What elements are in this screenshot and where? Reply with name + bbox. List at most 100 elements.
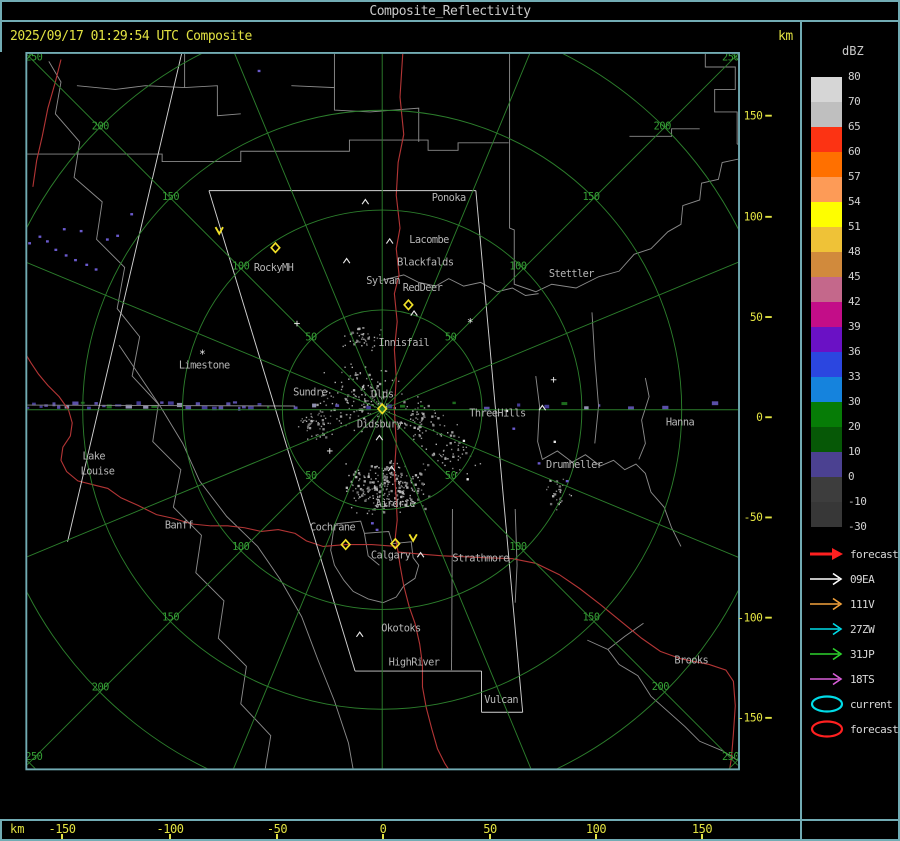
- county-boundary: [514, 509, 518, 603]
- city-label: Sundre: [293, 387, 327, 399]
- dbz-swatch-33: [811, 377, 842, 402]
- bottom-axis-bar: km -150 -100 -50 0 50 100 150: [0, 819, 900, 841]
- city-label: Vulcan: [484, 694, 518, 706]
- range-ring-label: 200: [654, 121, 671, 133]
- city-label: Lacombe: [409, 234, 449, 246]
- arrow-icon: [810, 647, 843, 661]
- radar-map-canvas[interactable]: 50 50 50 50 100 100 100 100 150 150 150 150 200 200 20…: [0, 52, 800, 819]
- city-label: Olds: [371, 389, 394, 401]
- clutter-speck: [46, 240, 49, 243]
- clutter-speck: [257, 69, 261, 73]
- range-ring-label: 150: [582, 191, 599, 203]
- dbz-swatch-39: [811, 327, 842, 352]
- range-ring-label: 250: [722, 751, 739, 763]
- dbz-value-label: 51: [848, 220, 861, 233]
- range-ring-label: 200: [92, 682, 109, 694]
- legend-item-18TS-5: 18TS: [802, 670, 898, 690]
- star-marker-icon: *: [467, 316, 474, 329]
- arrow-icon: [810, 622, 843, 636]
- dbz-value-label: 42: [848, 295, 861, 308]
- dbz-swatch-51: [811, 227, 842, 252]
- legend-item-27ZW-3: 27ZW: [802, 620, 898, 640]
- dbz-sidebar: dBZ 80 70 65 60 57 54 51 48 45 42 39 36 33 30 20 10 0 -10…: [800, 22, 900, 819]
- legend-item-current-6: current: [802, 695, 898, 715]
- azimuth-line: [27, 262, 383, 411]
- county-boundary: [591, 312, 600, 444]
- clutter-speck: [370, 522, 374, 525]
- range-ring-label: 150: [162, 611, 179, 623]
- vee-marker-icon: [408, 533, 418, 543]
- clutter-speck: [116, 234, 120, 237]
- dbz-value-label: 36: [848, 345, 861, 358]
- dbz-value-label: 57: [848, 170, 861, 183]
- caret-marker-icon: [416, 551, 425, 558]
- clutter-speck: [28, 242, 32, 245]
- clutter-speck: [375, 528, 379, 532]
- county-boundary: [76, 85, 185, 90]
- clutter-speck: [512, 427, 516, 430]
- dbz-value-label: 54: [848, 195, 861, 208]
- page-title: Composite_Reflectivity: [369, 4, 531, 19]
- radar-app-window: Composite_Reflectivity 2025/09/17 01:29:…: [0, 0, 900, 841]
- clutter-speck: [54, 248, 58, 252]
- dbz-value-label: 65: [848, 120, 861, 133]
- azimuth-line: [381, 53, 739, 411]
- range-ring-label: 250: [25, 751, 42, 763]
- legend-item-31JP-4: 31JP: [802, 645, 898, 665]
- clutter-speck: [105, 238, 109, 241]
- city-label: ThreeHills: [469, 407, 526, 419]
- clutter-speck: [130, 213, 134, 216]
- legend-label: 27ZW: [850, 623, 875, 636]
- county-boundary: [607, 622, 644, 650]
- city-label: Innisfail: [378, 337, 429, 349]
- legend-label: 09EA: [850, 573, 875, 586]
- county-boundary: [333, 87, 420, 142]
- dbz-value-label: 30: [848, 395, 861, 408]
- legend-label: forecast: [850, 548, 899, 561]
- x-axis-tick: [276, 834, 278, 839]
- range-ring-label: 150: [162, 191, 179, 203]
- dbz-swatch-80: [811, 77, 842, 102]
- azimuth-line: [382, 409, 739, 558]
- county-boundary: [451, 509, 453, 671]
- city-label: HighRiver: [389, 656, 440, 668]
- dbz-value-label: 45: [848, 270, 861, 283]
- county-boundary: [48, 61, 272, 769]
- x-axis-tick: [169, 834, 171, 839]
- y-axis-tick-label: -50: [744, 511, 764, 524]
- legend-label: 111V: [850, 598, 875, 611]
- city-label: Sylvan: [366, 275, 400, 287]
- range-ring-label: 50: [305, 470, 317, 482]
- range-ring-label: 200: [92, 121, 109, 133]
- city-label: Calgary: [371, 550, 411, 562]
- range-ring-label: 100: [509, 260, 526, 272]
- azimuth-line: [381, 409, 532, 769]
- city-label: Ponoka: [432, 192, 466, 204]
- dbz-swatch-45: [811, 277, 842, 302]
- azimuth-line: [381, 53, 531, 410]
- dbz-value-label: 70: [848, 95, 861, 108]
- ellipse-icon: [810, 695, 844, 713]
- arrow-icon: [810, 672, 843, 686]
- range-ring-label: 200: [652, 681, 669, 693]
- dbz-swatch-70: [811, 102, 842, 127]
- clutter-speck: [94, 268, 98, 271]
- arrow-icon: [810, 597, 843, 611]
- arrow-icon: [810, 572, 843, 586]
- dbz-value-label: 0: [848, 470, 855, 483]
- clutter-speck: [38, 235, 42, 238]
- city-label: Blackfalds: [397, 257, 454, 269]
- azimuth-line: [27, 409, 383, 766]
- y-axis-tick-label: 50: [750, 311, 763, 324]
- dbz-value-label: -10: [848, 495, 867, 508]
- dbz-scale-title: dBZ: [842, 44, 864, 58]
- dbz-value-label: 20: [848, 420, 861, 433]
- clutter-speck: [565, 479, 569, 483]
- county-boundary: [291, 53, 335, 89]
- x-axis-tick: [489, 834, 491, 839]
- legend-item-111V-2: 111V: [802, 595, 898, 615]
- dbz-swatch-36: [811, 352, 842, 377]
- dot-marker-icon: [553, 440, 556, 443]
- range-ring-label: 50: [445, 331, 457, 343]
- clutter-speck: [79, 229, 83, 233]
